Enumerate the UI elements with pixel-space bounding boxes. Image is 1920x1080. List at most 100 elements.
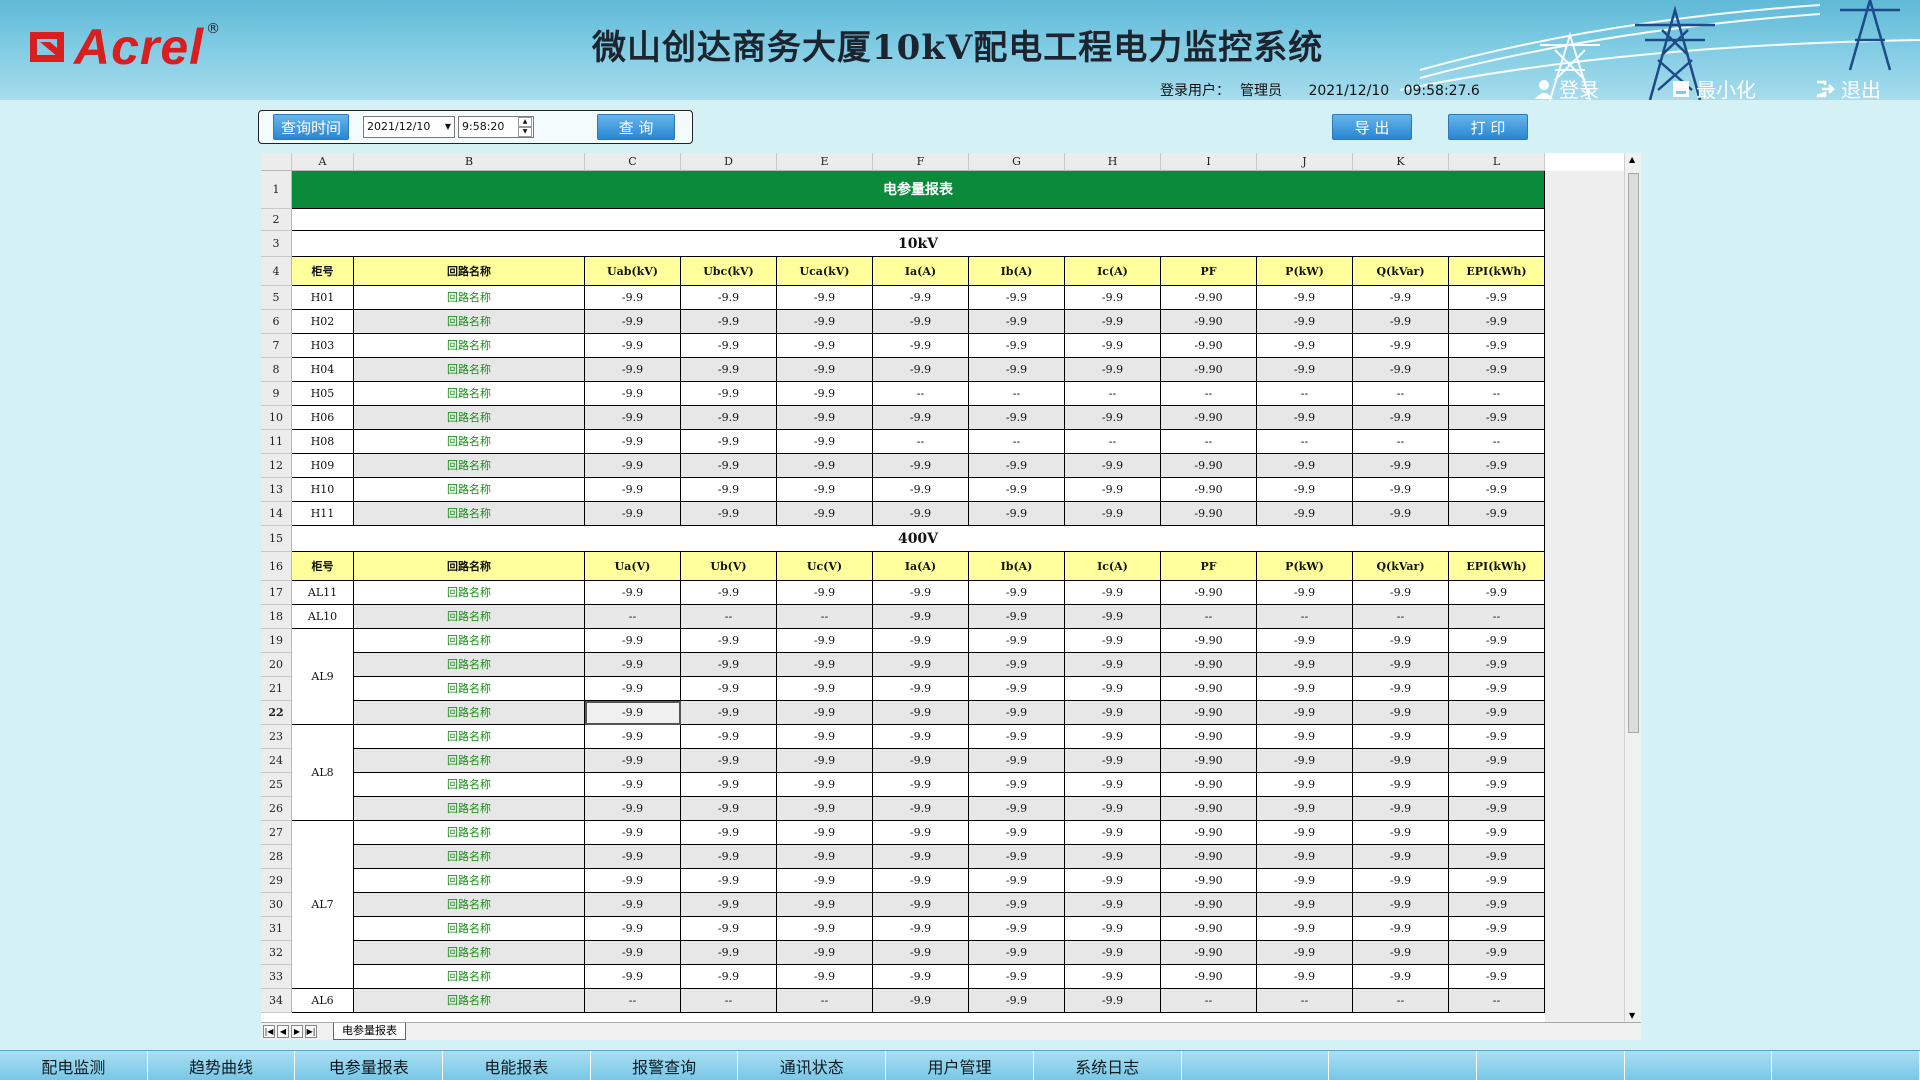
cabinet-id-cell[interactable]: H10 bbox=[292, 478, 354, 502]
value-cell[interactable]: -9.9 bbox=[777, 749, 873, 773]
value-cell[interactable]: -9.9 bbox=[777, 286, 873, 310]
value-cell[interactable]: -9.9 bbox=[585, 430, 681, 454]
value-cell[interactable]: -9.9 bbox=[969, 725, 1065, 749]
value-cell[interactable]: -9.9 bbox=[969, 773, 1065, 797]
value-cell[interactable]: -9.9 bbox=[681, 358, 777, 382]
value-cell[interactable]: -9.9 bbox=[1449, 749, 1545, 773]
value-cell[interactable]: -9.9 bbox=[1353, 502, 1449, 526]
value-cell[interactable]: -9.9 bbox=[585, 677, 681, 701]
column-header-i[interactable]: I bbox=[1161, 153, 1257, 171]
value-cell[interactable]: -9.9 bbox=[585, 286, 681, 310]
value-cell[interactable]: -9.90 bbox=[1161, 701, 1257, 725]
value-cell[interactable]: -9.9 bbox=[873, 821, 969, 845]
value-cell[interactable]: -9.9 bbox=[777, 941, 873, 965]
value-cell[interactable]: -9.90 bbox=[1161, 797, 1257, 821]
value-cell[interactable]: -9.9 bbox=[681, 581, 777, 605]
time-picker[interactable]: 9:58:20 ▲ ▼ bbox=[458, 116, 534, 138]
value-cell[interactable]: -9.9 bbox=[681, 653, 777, 677]
value-cell[interactable]: -9.9 bbox=[1353, 965, 1449, 989]
blank-row[interactable] bbox=[292, 209, 1545, 231]
value-cell[interactable]: -9.9 bbox=[969, 989, 1065, 1013]
value-cell[interactable]: -9.9 bbox=[585, 502, 681, 526]
value-cell[interactable]: -9.9 bbox=[969, 677, 1065, 701]
value-cell[interactable]: -- bbox=[681, 605, 777, 629]
value-cell[interactable]: -9.9 bbox=[1257, 821, 1353, 845]
value-cell[interactable]: -9.9 bbox=[681, 430, 777, 454]
value-cell[interactable]: -9.90 bbox=[1161, 581, 1257, 605]
value-cell[interactable]: -9.9 bbox=[873, 502, 969, 526]
value-cell[interactable]: -9.9 bbox=[585, 334, 681, 358]
value-cell[interactable]: -9.9 bbox=[1257, 629, 1353, 653]
value-cell[interactable]: -9.9 bbox=[873, 941, 969, 965]
value-cell[interactable]: -9.9 bbox=[1065, 869, 1161, 893]
loop-name-cell[interactable]: 回路名称 bbox=[354, 821, 585, 845]
value-cell[interactable]: -9.9 bbox=[1257, 869, 1353, 893]
value-cell[interactable]: -9.9 bbox=[681, 334, 777, 358]
row-number[interactable]: 7 bbox=[261, 334, 292, 358]
value-cell[interactable]: -9.9 bbox=[969, 334, 1065, 358]
value-cell[interactable]: -- bbox=[777, 989, 873, 1013]
nav-item[interactable] bbox=[1625, 1051, 1773, 1080]
value-cell[interactable]: -9.9 bbox=[1449, 406, 1545, 430]
value-cell[interactable]: -9.9 bbox=[969, 941, 1065, 965]
value-cell[interactable]: -9.9 bbox=[585, 406, 681, 430]
spin-down-icon[interactable]: ▼ bbox=[518, 127, 532, 137]
value-cell[interactable]: -9.9 bbox=[1257, 406, 1353, 430]
value-cell[interactable]: -9.9 bbox=[969, 629, 1065, 653]
value-cell[interactable]: -9.9 bbox=[1257, 845, 1353, 869]
value-cell[interactable]: -9.9 bbox=[777, 725, 873, 749]
value-cell[interactable]: -9.9 bbox=[681, 749, 777, 773]
loop-name-cell[interactable]: 回路名称 bbox=[354, 869, 585, 893]
value-cell[interactable]: -9.9 bbox=[969, 454, 1065, 478]
value-cell[interactable]: -9.90 bbox=[1161, 653, 1257, 677]
row-number[interactable]: 26 bbox=[261, 797, 292, 821]
value-cell[interactable]: -9.9 bbox=[585, 917, 681, 941]
value-cell[interactable]: -9.90 bbox=[1161, 941, 1257, 965]
cabinet-id-cell[interactable]: AL11 bbox=[292, 581, 354, 605]
value-cell[interactable]: -9.9 bbox=[1353, 749, 1449, 773]
value-cell[interactable]: -9.9 bbox=[873, 773, 969, 797]
value-cell[interactable]: -- bbox=[1353, 605, 1449, 629]
cabinet-id-cell[interactable]: H09 bbox=[292, 454, 354, 478]
value-cell[interactable]: -9.9 bbox=[1257, 454, 1353, 478]
value-cell[interactable]: -9.90 bbox=[1161, 454, 1257, 478]
value-cell[interactable]: -9.9 bbox=[777, 845, 873, 869]
column-header-g[interactable]: G bbox=[969, 153, 1065, 171]
value-cell[interactable]: -9.9 bbox=[681, 845, 777, 869]
value-cell[interactable]: -9.9 bbox=[585, 749, 681, 773]
value-cell[interactable]: -9.9 bbox=[777, 334, 873, 358]
value-cell[interactable]: -9.9 bbox=[873, 797, 969, 821]
value-cell[interactable]: -9.9 bbox=[1257, 502, 1353, 526]
value-cell[interactable]: -- bbox=[585, 605, 681, 629]
value-cell[interactable]: -9.9 bbox=[1449, 797, 1545, 821]
value-cell[interactable]: -9.9 bbox=[1065, 653, 1161, 677]
value-cell[interactable]: -9.9 bbox=[1257, 677, 1353, 701]
value-cell[interactable]: -9.90 bbox=[1161, 502, 1257, 526]
value-cell[interactable]: -9.9 bbox=[969, 821, 1065, 845]
value-cell[interactable]: -9.9 bbox=[681, 797, 777, 821]
row-number[interactable]: 12 bbox=[261, 454, 292, 478]
value-cell[interactable]: -9.9 bbox=[1065, 773, 1161, 797]
row-number[interactable]: 20 bbox=[261, 653, 292, 677]
row-number[interactable]: 28 bbox=[261, 845, 292, 869]
row-number[interactable]: 21 bbox=[261, 677, 292, 701]
row-number[interactable]: 19 bbox=[261, 629, 292, 653]
value-cell[interactable]: -9.9 bbox=[777, 653, 873, 677]
minimize-button[interactable]: 最小化 bbox=[1672, 74, 1756, 100]
value-cell[interactable]: -9.9 bbox=[1065, 917, 1161, 941]
loop-name-cell[interactable]: 回路名称 bbox=[354, 773, 585, 797]
dropdown-arrow-icon[interactable]: ▼ bbox=[445, 117, 451, 137]
value-cell[interactable]: -- bbox=[777, 605, 873, 629]
value-cell[interactable]: -9.9 bbox=[1353, 406, 1449, 430]
loop-name-cell[interactable]: 回路名称 bbox=[354, 845, 585, 869]
value-cell[interactable]: -9.90 bbox=[1161, 310, 1257, 334]
date-picker[interactable]: 2021/12/10 ▼ bbox=[363, 116, 455, 138]
print-button[interactable]: 打 印 bbox=[1448, 114, 1528, 140]
value-cell[interactable]: -9.9 bbox=[681, 821, 777, 845]
value-cell[interactable]: -9.9 bbox=[585, 773, 681, 797]
value-cell[interactable]: -9.9 bbox=[681, 773, 777, 797]
value-cell[interactable]: -9.9 bbox=[777, 821, 873, 845]
value-cell[interactable]: -9.9 bbox=[1257, 334, 1353, 358]
value-cell[interactable]: -9.9 bbox=[873, 605, 969, 629]
value-cell[interactable]: -9.9 bbox=[777, 917, 873, 941]
